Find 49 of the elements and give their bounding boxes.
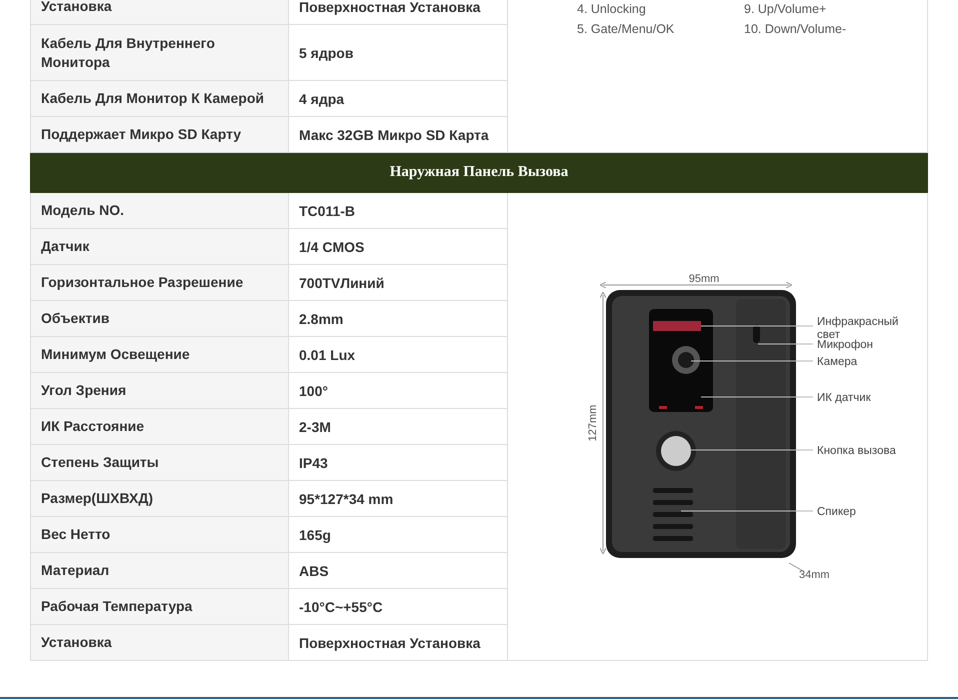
callout-label: Инфракрасный свет <box>817 316 898 341</box>
spec-label: Минимум Освещение <box>30 336 288 372</box>
spec-value: 100° <box>288 372 508 408</box>
spec-label: Рабочая Температура <box>30 588 288 624</box>
spec-label: Размер(ШХВХД) <box>30 480 288 516</box>
depth-label: 34mm <box>799 569 830 581</box>
spec-value: 165g <box>288 516 508 552</box>
legend-text: 9. Up/Volume+ <box>744 2 828 16</box>
callout-label: Кнопка вызова <box>817 445 896 457</box>
callout-label: ИК датчик <box>817 392 871 404</box>
spec-label: Степень Защиты <box>30 444 288 480</box>
spec-value: 1/4 CMOS <box>288 228 508 264</box>
spec-label: ИК Расстояние <box>30 408 288 444</box>
spec-value: Поверхностная Установка <box>288 0 508 24</box>
spec-label: Установка <box>30 624 288 660</box>
spec-value: 2.8mm <box>288 300 508 336</box>
spec-value: -10°C~+55°C <box>288 588 508 624</box>
spec-label: Модель NO. <box>30 192 288 228</box>
spec-value: 0.01 Lux <box>288 336 508 372</box>
depth-dimension-line <box>788 562 804 572</box>
spec-value: ABS <box>288 552 508 588</box>
callout-label: Камера <box>817 356 858 368</box>
spec-value: IP43 <box>288 444 508 480</box>
spec-value: 5 ядров <box>288 24 508 80</box>
spec-value: 95*127*34 mm <box>288 480 508 516</box>
spec-label: Материал <box>30 552 288 588</box>
spec-value: 700TVЛиний <box>288 264 508 300</box>
spec-label: Кабель Для Внутреннего Монитора <box>30 24 288 80</box>
callout-label: Микрофон <box>817 339 874 351</box>
spec-label: Датчик <box>30 228 288 264</box>
callout-label: Спикер <box>817 506 856 518</box>
spec-value: TC011-B <box>288 192 508 228</box>
spec-label: Вес Нетто <box>30 516 288 552</box>
legend-text: 10. Down/Volume- <box>744 22 848 36</box>
spec-value: 2-3M <box>288 408 508 444</box>
height-label: 127mm <box>587 404 599 442</box>
width-label: 95mm <box>688 273 720 285</box>
legend-text: 5. Gate/Menu/OK <box>577 22 676 36</box>
spec-label: Угол Зрения <box>30 372 288 408</box>
spec-value: Поверхностная Установка <box>288 624 508 660</box>
spec-value: Макс 32GB Микро SD Карта <box>288 116 508 152</box>
spec-label: Поддержает Микро SD Карту <box>30 116 288 152</box>
spec-value: 4 ядра <box>288 80 508 116</box>
spec-label: Объектив <box>30 300 288 336</box>
legend-text: 4. Unlocking <box>577 2 647 16</box>
spec-label: Горизонтальное Разрешение <box>30 264 288 300</box>
spec-label: Установка <box>30 0 288 24</box>
section-header: Наружная Панель Вызова <box>30 152 928 192</box>
spec-label: Кабель Для Монитор К Камерой <box>30 80 288 116</box>
